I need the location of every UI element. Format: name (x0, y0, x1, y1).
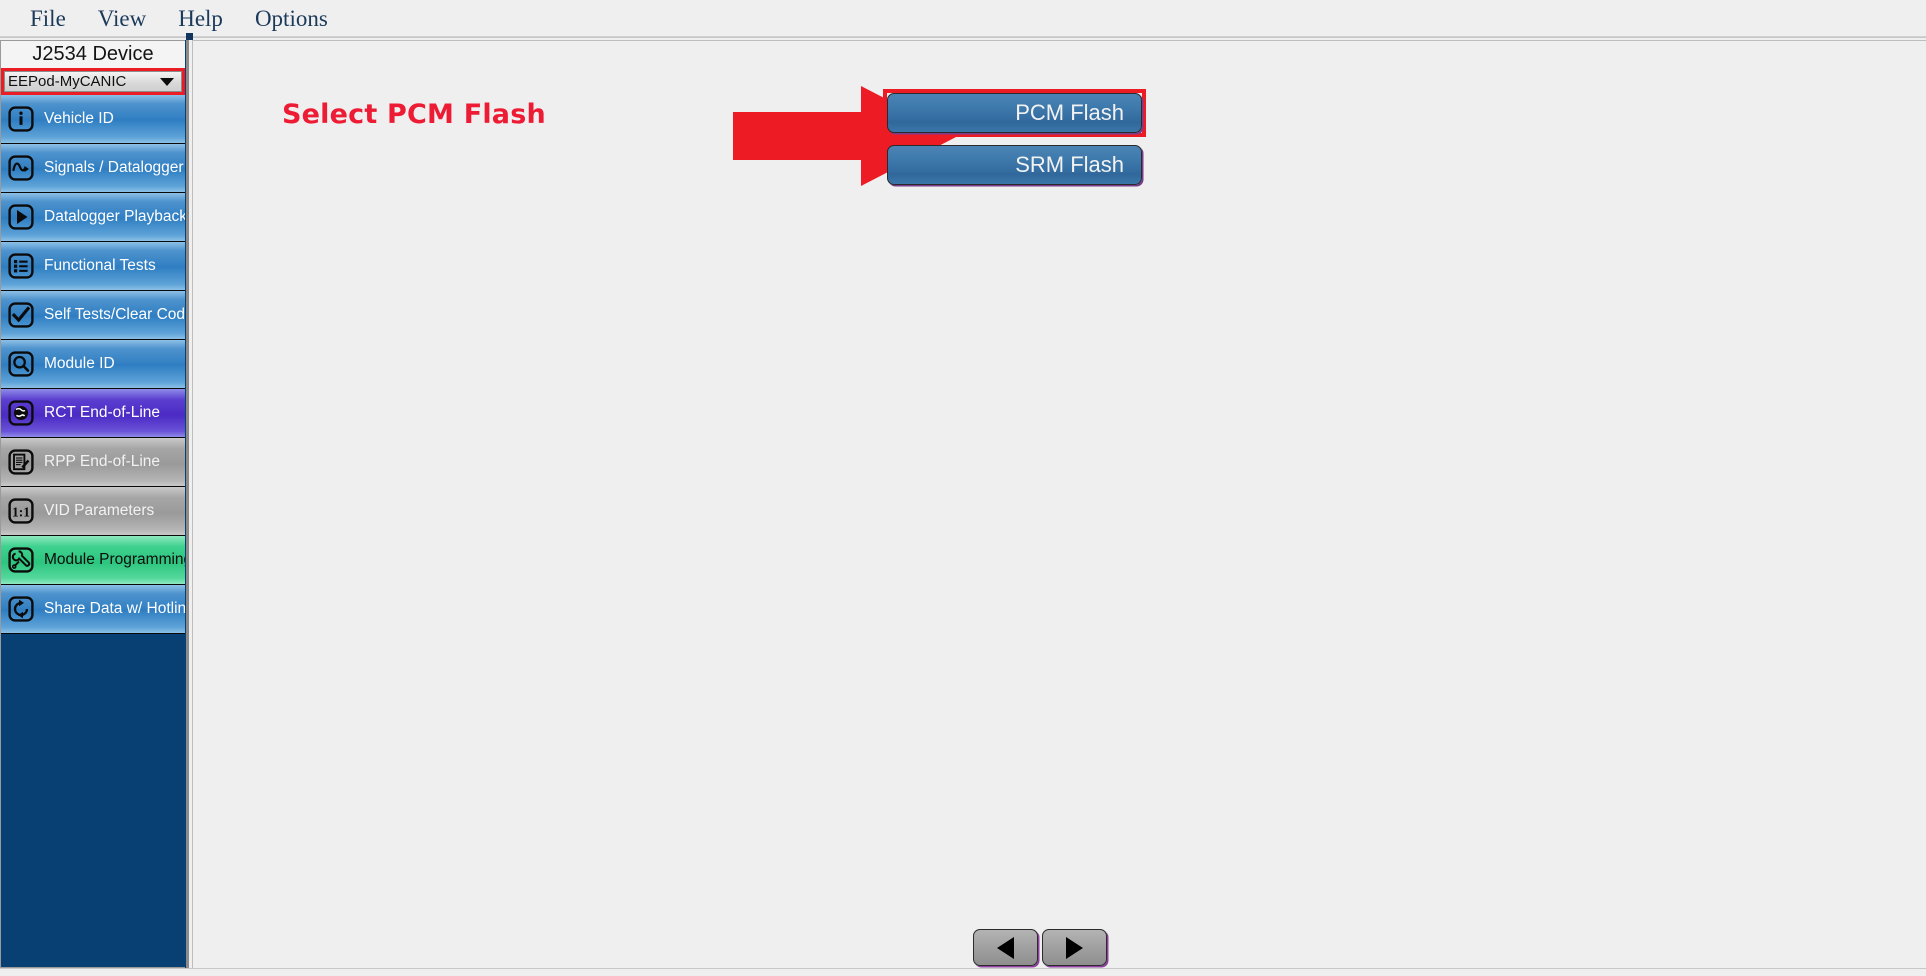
triangle-right-icon (1066, 936, 1083, 959)
j2534-device-select[interactable]: EEPod-MyCANIC (4, 71, 182, 92)
pcm-flash-button-label: PCM Flash (1015, 100, 1124, 125)
sidebar-item-module-programming[interactable]: Module Programming (1, 536, 185, 585)
next-page-button[interactable] (1042, 929, 1107, 966)
magnifier-icon (1, 351, 44, 377)
device-select-value: EEPod-MyCANIC (8, 73, 127, 90)
play-icon (1, 204, 44, 230)
sidebar-item-signals-datalogger[interactable]: Signals / Datalogger (1, 144, 185, 193)
sidebar-item-label: Module Programming (44, 551, 185, 568)
sidebar-item-label: Functional Tests (44, 257, 156, 274)
sidebar-item-rpp-end-of-line[interactable]: RPP End-of-Line (1, 438, 185, 487)
menu-view[interactable]: View (82, 0, 162, 38)
chevron-down-icon (160, 77, 174, 86)
document-pencil-icon (1, 449, 44, 475)
previous-page-button[interactable] (973, 929, 1038, 966)
sidebar-nav-list: Vehicle ID Signals / Datalogger Datalogger… (1, 95, 185, 634)
srm-flash-button[interactable]: SRM Flash (887, 145, 1142, 185)
sidebar-item-vid-parameters[interactable]: 1:1 VID Parameters (1, 487, 185, 536)
sidebar-item-label: Share Data w/ Hotline (44, 600, 185, 617)
menu-file[interactable]: File (14, 0, 82, 38)
sidebar-item-self-tests-clear-codes[interactable]: Self Tests/Clear Codes (1, 291, 185, 340)
sync-icon (1, 596, 44, 622)
sidebar-item-module-id[interactable]: Module ID (1, 340, 185, 389)
checkmark-icon (1, 302, 44, 328)
device-header-label: J2534 Device (1, 41, 185, 68)
sidebar-item-label: Datalogger Playback (44, 208, 185, 225)
sidebar-item-label: Self Tests/Clear Codes (44, 306, 185, 323)
info-icon (1, 106, 44, 132)
srm-flash-button-label: SRM Flash (1015, 152, 1124, 177)
menu-bar: File View Help Options (0, 0, 1926, 38)
sidebar-item-label: VID Parameters (44, 502, 155, 519)
page-navigation (973, 929, 1107, 966)
wrench-icon (1, 547, 44, 573)
menu-bar-divider (0, 36, 1926, 38)
sidebar-item-label: Signals / Datalogger (44, 159, 184, 176)
waveform-icon (1, 155, 44, 181)
main-content: Select PCM Flash PCM Flash SRM Flash (192, 40, 1926, 968)
one-to-one-icon: 1:1 (1, 498, 44, 524)
sidebar-item-label: Vehicle ID (44, 110, 114, 127)
menu-bar-marker (186, 33, 193, 40)
svg-text:1:1: 1:1 (12, 504, 30, 519)
sidebar-item-label: RPP End-of-Line (44, 453, 161, 470)
list-icon (1, 253, 44, 279)
menu-help[interactable]: Help (162, 0, 239, 38)
srm-flash-button-wrap: SRM Flash (883, 145, 1146, 185)
sidebar-item-rct-end-of-line[interactable]: RCT End-of-Line (1, 389, 185, 438)
globe-icon (1, 400, 44, 426)
sidebar-item-functional-tests[interactable]: Functional Tests (1, 242, 185, 291)
sidebar-item-label: Module ID (44, 355, 115, 372)
button-spacer (883, 137, 1146, 145)
sidebar: J2534 Device EEPod-MyCANIC Vehicle ID Sig… (0, 40, 185, 968)
pcm-flash-highlight: PCM Flash (883, 89, 1146, 137)
device-select-highlight: EEPod-MyCANIC (1, 68, 185, 95)
sidebar-item-label: RCT End-of-Line (44, 404, 161, 421)
sidebar-item-vehicle-id[interactable]: Vehicle ID (1, 95, 185, 144)
flash-button-group: PCM Flash SRM Flash (883, 89, 1146, 185)
application-window: File View Help Options J2534 Device EEPo… (0, 0, 1926, 976)
pcm-flash-button[interactable]: PCM Flash (887, 93, 1142, 133)
sidebar-item-datalogger-playback[interactable]: Datalogger Playback (1, 193, 185, 242)
sidebar-item-share-data-w-hotline[interactable]: Share Data w/ Hotline (1, 585, 185, 634)
menu-options[interactable]: Options (239, 0, 344, 38)
triangle-left-icon (997, 936, 1014, 959)
instruction-text: Select PCM Flash (282, 99, 546, 130)
